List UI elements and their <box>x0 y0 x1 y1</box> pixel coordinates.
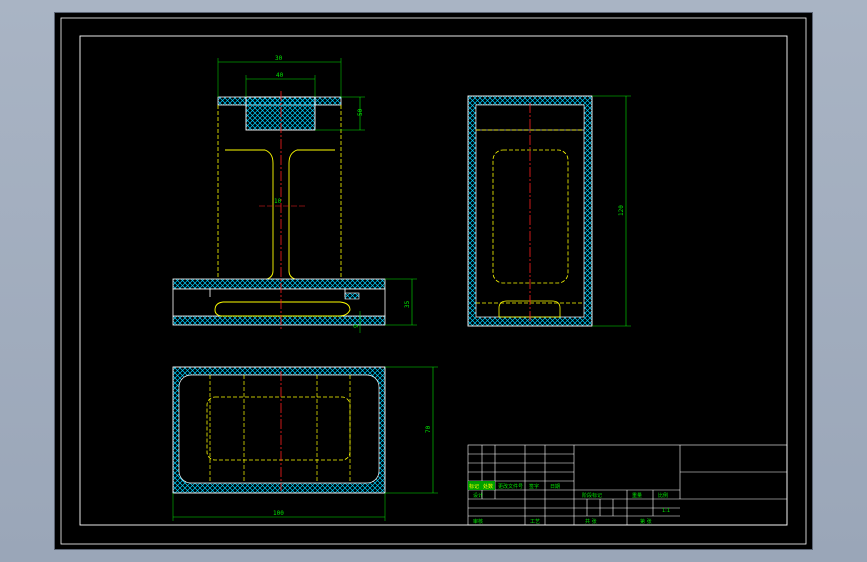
front-base-upper <box>172 278 386 290</box>
plan-inner-cavity <box>178 374 380 484</box>
dim-front-base-height: 35 <box>404 300 411 308</box>
front-center-block <box>245 96 316 131</box>
dim-plan-height: 70 <box>425 425 432 433</box>
tb-weight: 重量 <box>632 492 642 499</box>
tb-sign: 签字 <box>529 483 539 490</box>
dim-front-web: 10 <box>274 198 282 205</box>
tb-process: 工艺 <box>530 519 540 525</box>
tb-review: 审核 <box>473 518 483 525</box>
tb-scale-label: 比例 <box>658 492 668 499</box>
tb-date: 日期 <box>550 484 560 490</box>
tb-change: 更改文件号 <box>498 483 523 490</box>
dim-plan-width: 100 <box>273 510 284 517</box>
front-view: 30 40 50 10 35 9 <box>172 55 417 333</box>
tb-mark: 标记 <box>469 483 479 490</box>
cad-drawing: 30 40 50 10 35 9 120 70 100 标记 处数 更改文件号 … <box>60 17 807 545</box>
tb-stage: 阶段标记 <box>582 492 602 499</box>
front-base-lower <box>172 315 386 326</box>
dim-front-top-height: 50 <box>357 108 364 116</box>
dim-side-height: 120 <box>618 205 625 216</box>
side-view: 120 <box>467 95 631 327</box>
drawing-sheet: 30 40 50 10 35 9 120 70 100 标记 处数 更改文件号 … <box>55 13 812 549</box>
tb-design: 设计 <box>473 492 483 499</box>
dim-front-top-width: 30 <box>275 55 283 62</box>
title-block-text: 标记 处数 更改文件号 签字 日期 设计 审核 工艺 阶段标记 重量 比例 1:… <box>468 481 670 525</box>
dim-front-small: 9 <box>353 324 360 328</box>
tb-scale-value: 1:1 <box>662 508 670 514</box>
tb-count: 处数 <box>483 483 493 490</box>
tb-sheet-no: 第 张 <box>640 518 652 525</box>
dim-front-inner-width: 40 <box>276 72 284 79</box>
tb-sheet-total: 共 张 <box>585 518 597 525</box>
plan-view: 70 100 <box>172 366 438 521</box>
